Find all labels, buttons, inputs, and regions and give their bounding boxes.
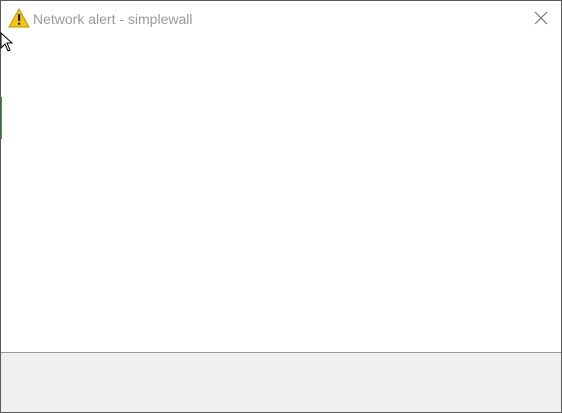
- alert-footer: [1, 352, 561, 412]
- window-title: Network alert - simplewall: [33, 11, 193, 27]
- alert-window: Network alert - simplewall: [0, 0, 562, 413]
- close-button[interactable]: [525, 3, 557, 33]
- title-bar[interactable]: Network alert - simplewall: [1, 1, 561, 37]
- warning-icon: [8, 7, 30, 28]
- mouse-cursor-icon: [0, 31, 14, 52]
- background-window-edge: [1, 97, 2, 139]
- alert-content-area: [1, 37, 561, 351]
